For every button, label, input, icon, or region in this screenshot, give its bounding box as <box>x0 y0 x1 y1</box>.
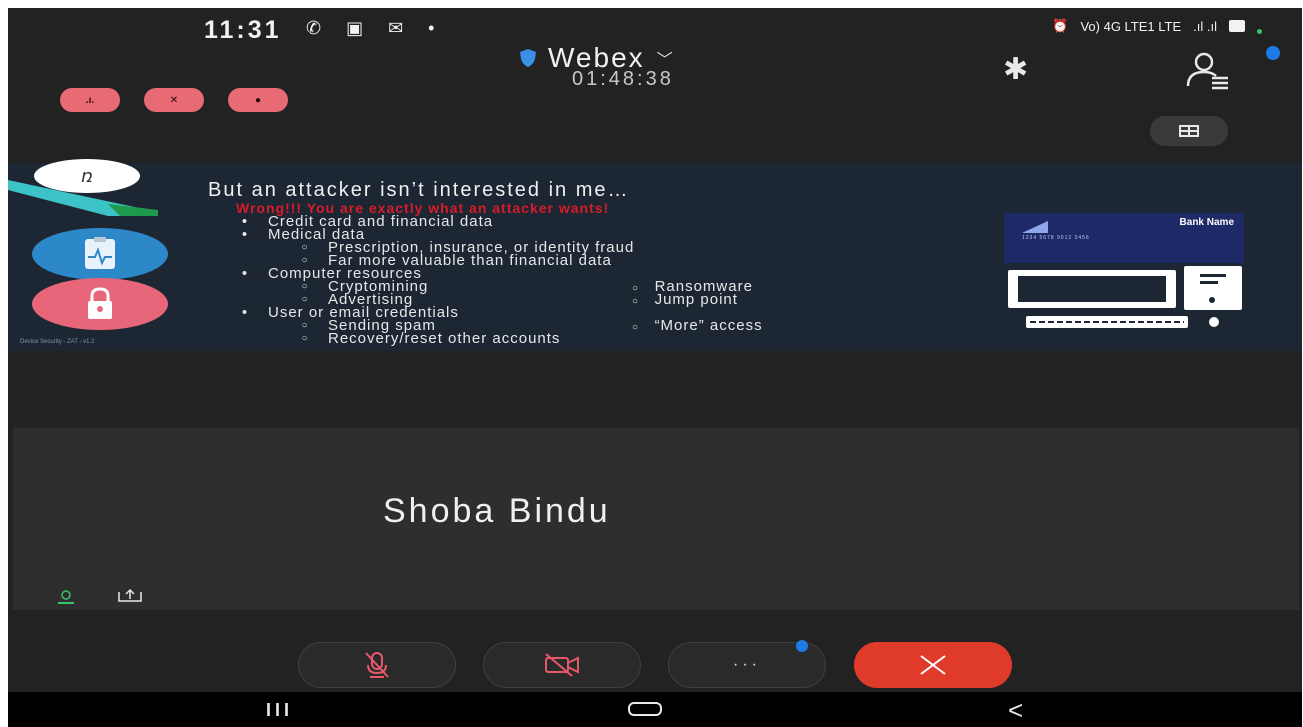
credit-card-image: Bank Name 1234 5678 9012 3456 <box>1004 213 1244 263</box>
video-button[interactable] <box>483 642 641 688</box>
sub-bullet-item: ○ Cryptomining ○ Ransomware <box>301 278 753 295</box>
signal-icon: .ıl .ıl <box>1193 18 1217 34</box>
close-icon <box>920 655 946 675</box>
mic-muted-icon <box>365 652 389 678</box>
sub-bullet-item: ○ Advertising ○ Jump point <box>301 291 738 308</box>
medical-record-icon <box>32 228 168 280</box>
system-status-icons: ⏰ Vo) 4G LTE1 LTE .ıl .ıl <box>1052 18 1262 34</box>
status-time: 11:31 <box>204 16 282 44</box>
slide-footer: Device Security - ZAT - v1.2 <box>20 339 95 345</box>
phone-screen: 11:31 ✆ ▣ ✉ • ⏰ Vo) 4G LTE1 LTE .ıl .ıl … <box>8 8 1302 727</box>
card-number: 1234 5678 9012 3456 <box>1022 235 1090 241</box>
bank-name: Bank Name <box>1179 217 1234 228</box>
mute-button[interactable] <box>298 642 456 688</box>
layout-button[interactable] <box>1150 116 1228 146</box>
privacy-dot-icon <box>1257 28 1262 34</box>
sub-bullet-item: ○ Sending spam ○ “More” access <box>301 317 763 334</box>
bluetooth-icon[interactable]: ✱ <box>1003 52 1028 87</box>
video-off-icon <box>545 653 579 677</box>
recent-apps-button[interactable]: III <box>266 700 293 721</box>
status-bar: 11:31 ✆ ▣ ✉ • ⏰ Vo) 4G LTE1 LTE .ıl .ıl <box>8 8 1302 44</box>
participant-name: Shoba Bindu <box>383 492 611 530</box>
navigation-bar: III < <box>8 692 1302 727</box>
logo-icon: ռ <box>34 159 140 193</box>
home-button[interactable] <box>628 702 662 716</box>
lock-icon <box>32 278 168 330</box>
more-icon: ··· <box>733 656 761 673</box>
alarm-icon: ⏰ <box>1052 18 1069 33</box>
computer-icon <box>1008 266 1242 328</box>
meeting-timer: 01:48:38 <box>572 68 674 90</box>
notification-dot <box>1266 46 1280 60</box>
user-icon <box>58 590 74 604</box>
back-button[interactable]: < <box>1008 695 1023 726</box>
card-chip-icon <box>1022 221 1048 233</box>
battery-icon <box>1229 20 1245 32</box>
record-indicator-icon[interactable]: ● <box>228 88 288 112</box>
shield-icon <box>520 49 536 67</box>
notification-icons: ✆ ▣ ✉ • <box>306 18 445 38</box>
slide-bullet-list: • Credit card and financial data • Medical… <box>222 214 763 346</box>
layout-icon <box>1179 125 1199 137</box>
participants-icon[interactable] <box>1184 50 1230 90</box>
share-icon <box>118 588 142 602</box>
chevron-down-icon: ﹀ <box>656 52 673 69</box>
end-call-button[interactable] <box>854 642 1012 688</box>
mic-muted-indicator-icon[interactable]: ✕ <box>144 88 204 112</box>
network-label: Vo) 4G LTE1 LTE <box>1080 18 1182 34</box>
participant-tile[interactable]: Shoba Bindu <box>13 428 1299 610</box>
notification-dot <box>796 640 808 652</box>
audio-level-icon[interactable]: .ı. <box>60 88 120 112</box>
slide-title: But an attacker isn’t interested in me… <box>208 179 630 201</box>
